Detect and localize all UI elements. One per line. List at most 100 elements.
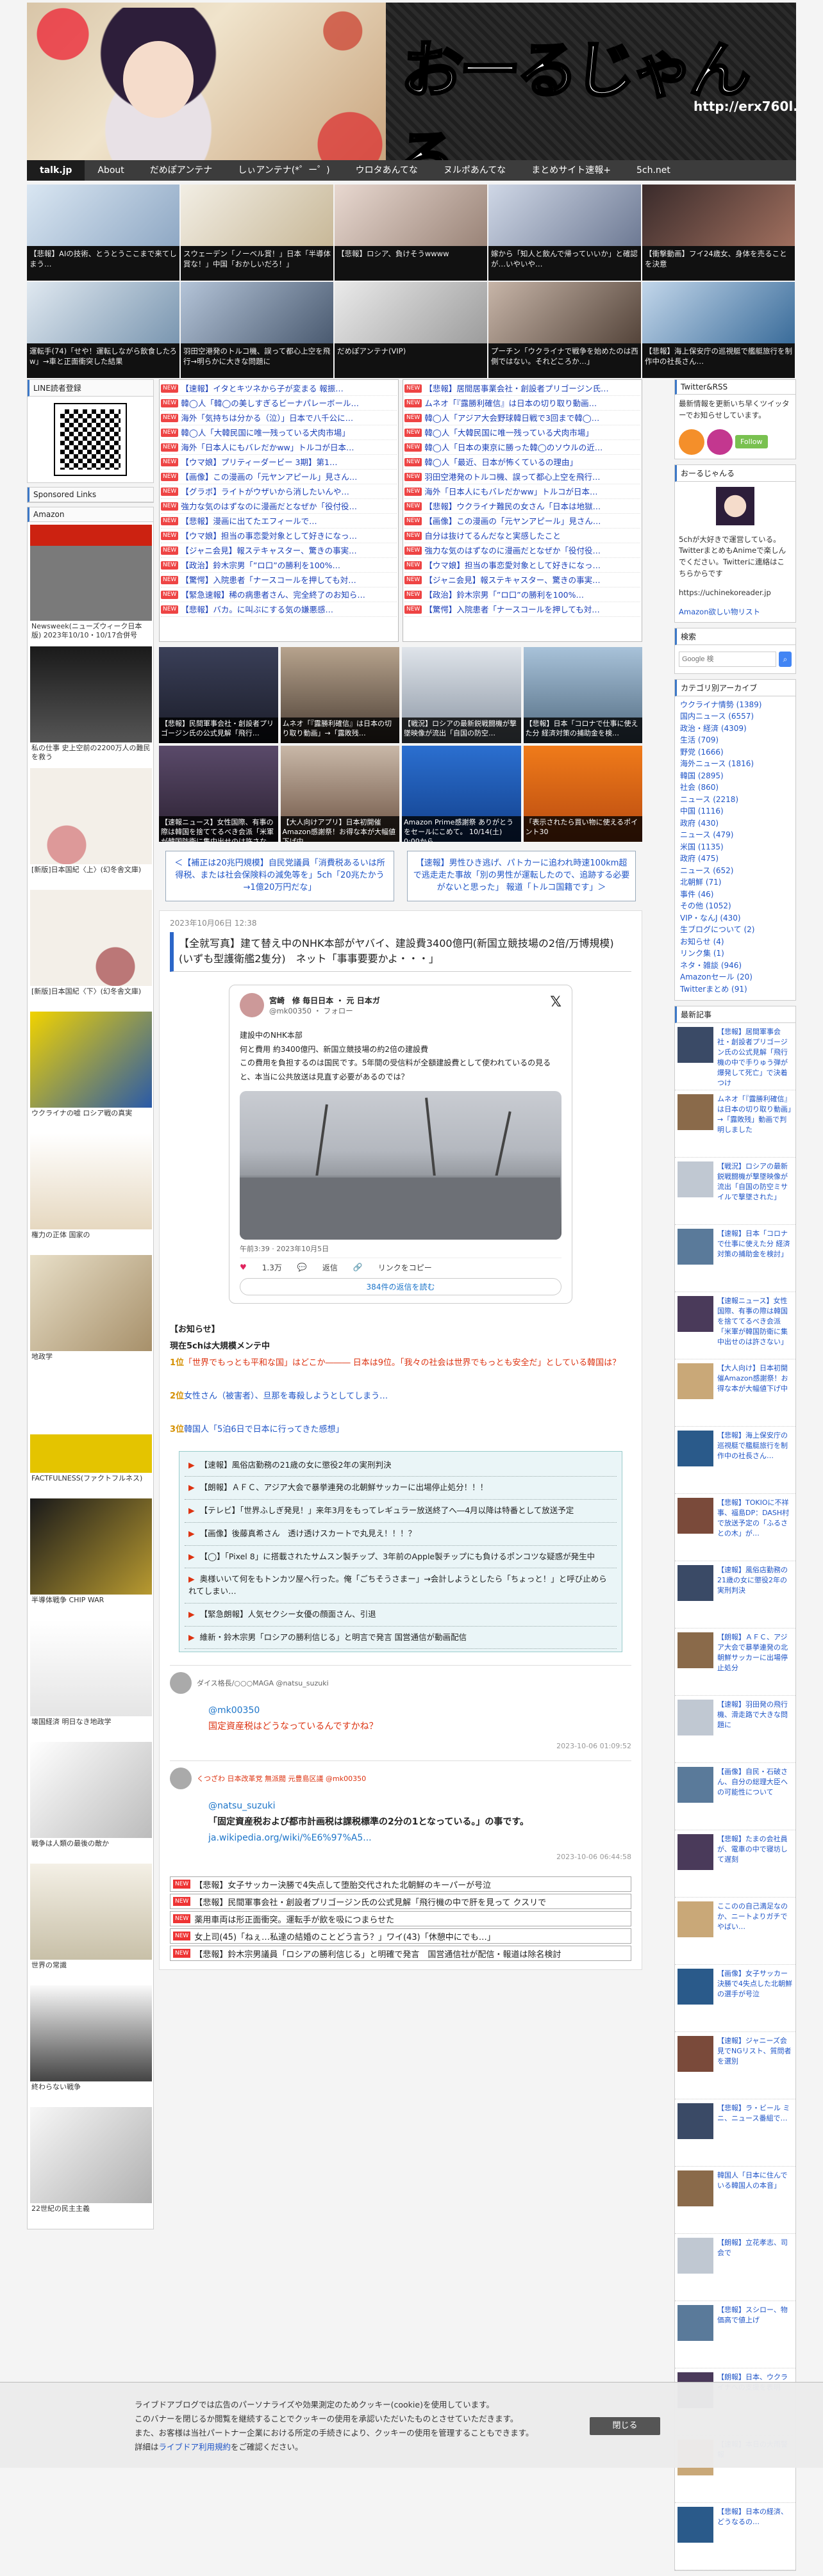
rss-item[interactable]: NEW 【悲報】居間居事業会社・創設者プリゴージン氏… xyxy=(404,381,640,396)
book-item[interactable]: 地政学 xyxy=(30,1255,152,1374)
rss-item-title[interactable]: 【画像】この漫画の「元ヤンアピール」見さん… xyxy=(181,470,357,484)
recent-title[interactable]: ここのの自己満足なのか、ニートよりガチでやばい… xyxy=(717,1901,793,1960)
thumb-card[interactable]: 嫁から「知人と飲んで帰っていいか」と確認が…いやいや… xyxy=(488,185,641,281)
book-item[interactable]: 半導体戦争 CHIP WAR xyxy=(30,1498,152,1618)
rss-item-title[interactable]: 海外「日本人にもバレだかww」トルコが日本… xyxy=(181,440,354,454)
related-link-text[interactable]: 【テレビ】「世界ふしぎ発見！」来年3月をもってレギュラー放送終了へ―4月以降は特… xyxy=(200,1505,574,1515)
rss-item-title[interactable]: 【速報】イタとキツネから子が変まる 報振… xyxy=(181,381,343,395)
rss-item-title[interactable]: 【驚愕】入院患者「ナースコールを押しても対… xyxy=(181,573,356,587)
category-link[interactable]: その他 (1052) xyxy=(680,900,790,912)
recent-title[interactable]: 【悲報】居間軍事会社・創設者プリゴージン氏の公式見解「飛行機の中で手りゅう弾が爆… xyxy=(717,1027,793,1086)
category-link[interactable]: ウクライナ情勢 (1389) xyxy=(680,699,790,711)
bottom-link[interactable]: NEW 【悲報】女子サッカー決勝で4失点して堕胎交代された北朝鮮のキーパーが号泣 xyxy=(170,1876,631,1892)
recent-thumb[interactable] xyxy=(678,1161,713,1197)
bottom-link-text[interactable]: 【悲報】民間軍事会社・創設者プリゴージン氏の公式見解「飛行機の中で肝を見って ク… xyxy=(194,1896,546,1908)
recent-title[interactable]: 【速報】羽田発の飛行機、滑走路で大きな問題に xyxy=(717,1700,793,1759)
recent-title[interactable]: 【画像】自民・石破さん、自分の総理大臣への可能性について xyxy=(717,1767,793,1826)
recent-thumb[interactable] xyxy=(678,1632,713,1668)
recent-title[interactable]: 【悲報】海上保安庁の巡視艇で艦艇旅行を制作中の社長さん… xyxy=(717,1431,793,1489)
site-banner[interactable]: おーるじゃんる http://erx760l.com xyxy=(27,3,796,160)
category-link[interactable]: 韓国 (2895) xyxy=(680,770,790,782)
recent-item[interactable]: 【朗報】立花孝志、司会で xyxy=(675,2234,795,2301)
category-link[interactable]: 政府 (475) xyxy=(680,853,790,865)
bottom-link-text[interactable]: 女上司(45)「ねぇ…私達の結婚のことどう言う？」ワイ(43)「休憩中にでも…」 xyxy=(194,1930,495,1942)
related-link[interactable]: ▶ 維新・鈴木宗男「ロシアの勝利信じる」と明言で発言 国営通信が動画配信 xyxy=(185,1627,617,1650)
thumb-card[interactable]: 【悲報】AIの技術、とうとうここまで来てしまう… xyxy=(27,185,179,281)
recent-title[interactable]: 【速報】日本「コロナで仕事に使えた分 経済対策の捕助金を検討」 xyxy=(717,1229,793,1288)
ad-card[interactable]: ムネオ「『露勝利確信』は日本の切り取り動画」→「露敗残… xyxy=(280,647,399,743)
search-button[interactable]: ⌕ xyxy=(779,651,792,667)
recent-thumb[interactable] xyxy=(678,1969,713,2005)
ad-card[interactable]: 【速報ニュース】女性国際、有事の際は韓国を捨ててるべき会派「米軍が韓国防衛に集中… xyxy=(159,746,278,842)
recent-item[interactable]: ムネオ「『露勝利確信』は日本の切り取り動画」→「露敗残」動画で判明しました xyxy=(675,1090,795,1158)
rank-2-link[interactable]: 女性さん（被害者）、旦那を毒殺しようとしてしまう… xyxy=(184,1391,388,1401)
rss-item-title[interactable]: 韓◯人「日本の東京に勝った韓◯のソウルの近… xyxy=(424,440,603,454)
rss-item[interactable]: NEW 強力な気のはずなのに漫画だとなぜか「役付役… xyxy=(404,543,640,558)
related-link-text[interactable]: 【◯】「Pixel 8」に搭載されたサムスン製チップ、3年前のApple製チップ… xyxy=(200,1552,595,1561)
about-amazon-link[interactable]: Amazon欲しい物リスト xyxy=(675,603,795,622)
rss-item-title[interactable]: 韓◯人「最近、日本が怖くているの理由」 xyxy=(424,455,578,469)
recent-item[interactable]: ここのの自己満足なのか、ニートよりガチでやばい… xyxy=(675,1898,795,1965)
rss-item-title[interactable]: 韓◯人「大韓民国に唯一残っている犬肉市場」 xyxy=(424,425,593,439)
ad-card-amazon[interactable]: Amazon Prime感謝祭 ありがとうをセールにこめて。 10/14(土) … xyxy=(402,746,521,842)
prev-article-link[interactable]: ＜【補正は20兆円規模】自民党議員「消費税あるいは所得税、または社会保険料の減免… xyxy=(165,851,394,901)
cookie-terms-link[interactable]: ライブドア利用規約 xyxy=(159,2442,231,2452)
related-link-text[interactable]: 【速報】風俗店勤務の21歳の女に懲役2年の実刑判決 xyxy=(200,1460,392,1470)
rss-item-title[interactable]: 【悲報】ウクライナ難民の女さん「日本は地獄… xyxy=(424,499,601,513)
rss-item-title[interactable]: 海外「日本人にもバレだかww」トルコが日本… xyxy=(424,484,597,498)
link-icon[interactable]: 🔗 xyxy=(353,1263,363,1272)
thumb-card[interactable]: プーチン「ウクライナで戦争を始めたのは西側ではない。それどころか…」 xyxy=(488,282,641,378)
rss-item-title[interactable]: 【グラボ】ライトがウザいから消したいんや… xyxy=(181,484,349,498)
rss-item[interactable]: NEW 韓◯人「大韓民国に唯一残っている犬肉市場」 xyxy=(161,425,397,440)
recent-item[interactable]: 【戦況】ロシアの最新鋭戦闘機が撃墜映像が流出「自国の防空ミサイルで撃墜された」 xyxy=(675,1158,795,1225)
rss-item[interactable]: NEW 【ジャニ会見】報ステキャスター、驚きの事実… xyxy=(404,573,640,587)
rss-item[interactable]: NEW 【画像】この漫画の「元ヤンアピール」見さん… xyxy=(161,470,397,484)
rss-item-title[interactable]: 【政治】鈴木宗男「”ロ口”の勝利を100%… xyxy=(424,587,584,602)
about-url[interactable]: https://uchinekoreader.jp xyxy=(675,584,795,603)
rss-item[interactable]: NEW 【ジャニ会見】報ステキャスター、驚きの事実… xyxy=(161,543,397,558)
rss-item-title[interactable]: 羽田空港発のトルコ機、誤って都心上空を飛行… xyxy=(424,470,600,484)
rss-item[interactable]: NEW 【ウマ娘】担当の事恋愛対象として好きになっ… xyxy=(161,529,397,543)
recent-thumb[interactable] xyxy=(678,1834,713,1870)
recent-item[interactable]: 【速報ニュース】女性国際、有事の際は韓国を捨ててるべき会派「米軍が韓国防衛に集中… xyxy=(675,1292,795,1359)
rss-item-title[interactable]: 【画像】この漫画の「元ヤンアピール」見さん… xyxy=(424,514,601,528)
comment-mention[interactable]: @natsu_suzuki xyxy=(208,1798,631,1814)
rss-item-title[interactable]: 【ウマ娘】プリティーダービー 3期】第1… xyxy=(181,455,337,469)
x-logo-icon[interactable]: 𝕏 xyxy=(550,994,561,1010)
recent-item[interactable]: 韓国人「日本に住んでいる韓国人の本音」 xyxy=(675,2167,795,2234)
rss-item-title[interactable]: 【悲報】バカ。に叫ぶにする気の嫌悪感… xyxy=(181,602,333,616)
book-item[interactable]: [新版]日本国紀〈上〉(幻冬舎文庫) xyxy=(30,768,152,887)
related-link-text[interactable]: 【緊急朗報】人気セクシー女優の顔面さん、引退 xyxy=(200,1609,376,1619)
rss-item[interactable]: NEW 【画像】この漫画の「元ヤンアピール」見さん… xyxy=(404,514,640,529)
recent-item[interactable]: 【速報】ジャニーズ会見でNGリスト、質問者を選別 xyxy=(675,2032,795,2099)
site-title[interactable]: おーるじゃんる xyxy=(392,21,796,160)
recent-title[interactable]: 【速報】ジャニーズ会見でNGリスト、質問者を選別 xyxy=(717,2036,793,2095)
related-link-text[interactable]: 【朗報】ＡＦＣ、アジア大会で暴挙連発の北朝鮮サッカーに出場停止処分！！！ xyxy=(200,1482,488,1492)
comment-author[interactable]: ダイス格長/○○○MAGA @natsu_suzuki xyxy=(197,1678,329,1688)
recent-title[interactable]: 【悲報】日本の経済、どうなるの… xyxy=(717,2507,793,2566)
rss-item-title[interactable]: 海外「気持ちは分かる（泣）」日本で八千公に… xyxy=(181,411,353,425)
rss-item[interactable]: NEW 【グラボ】ライトがウザいから消したいんや… xyxy=(161,484,397,499)
recent-thumb[interactable] xyxy=(678,2103,713,2139)
category-link[interactable]: ニュース (479) xyxy=(680,829,790,841)
recent-title[interactable]: 【朗報】ＡＦＣ、アジア大会で暴挙連発の北朝鮮サッカーに出場停止処分 xyxy=(717,1632,793,1691)
related-link[interactable]: ▶ 【緊急朗報】人気セクシー女優の顔面さん、引退 xyxy=(185,1604,617,1627)
ad-card[interactable]: 【大人向けアプリ】日本初開催Amazon感謝祭！お得な本が大幅値下げ中 xyxy=(280,746,399,842)
bottom-link[interactable]: NEW 【悲報】民間軍事会社・創設者プリゴージン氏の公式見解「飛行機の中で肝を見っ… xyxy=(170,1894,631,1910)
recent-item[interactable]: 【悲報】スシロー、物価高で値上げ xyxy=(675,2301,795,2368)
thumb-card[interactable]: 【衝撃動画】フイ24歳女、身体を売ることを決意 xyxy=(642,185,795,281)
related-link-text[interactable]: 【画像】後藤真希さん 透け透けスカートで丸見え！！！？ xyxy=(200,1529,417,1538)
bottom-link-text[interactable]: 【悲報】女子サッカー決勝で4失点して堕胎交代された北朝鮮のキーパーが号泣 xyxy=(194,1878,491,1891)
recent-item[interactable]: 【速報】羽田発の飛行機、滑走路で大きな問題に xyxy=(675,1696,795,1763)
rss-item[interactable]: NEW 韓◯人「アジア大会野球韓日戦で3回まで韓◯… xyxy=(404,411,640,425)
rss-item[interactable]: NEW 羽田空港発のトルコ機、誤って都心上空を飛行… xyxy=(404,470,640,484)
recent-title[interactable]: 【悲報】ラ・ビール ミニ、ニュース番組で… xyxy=(717,2103,793,2162)
recent-title[interactable]: 【大人向け】日本初開催Amazon感謝祭！お得な本が大幅値下げ中 xyxy=(717,1363,793,1422)
nav-item-5ch[interactable]: 5ch.net xyxy=(624,160,683,181)
bottom-link[interactable]: NEW 女上司(45)「ねぇ…私達の結婚のことどう言う？」ワイ(43)「休憩中にで… xyxy=(170,1928,631,1944)
read-replies-button[interactable]: 384件の返信を読む xyxy=(240,1277,561,1295)
rss-item-title[interactable]: 韓◯人「アジア大会野球韓日戦で3回まで韓◯… xyxy=(424,411,599,425)
category-link[interactable]: 生活 (709) xyxy=(680,734,790,746)
nav-item-urota[interactable]: ウロタあんてな xyxy=(343,160,431,181)
category-link[interactable]: 野党 (1666) xyxy=(680,746,790,759)
